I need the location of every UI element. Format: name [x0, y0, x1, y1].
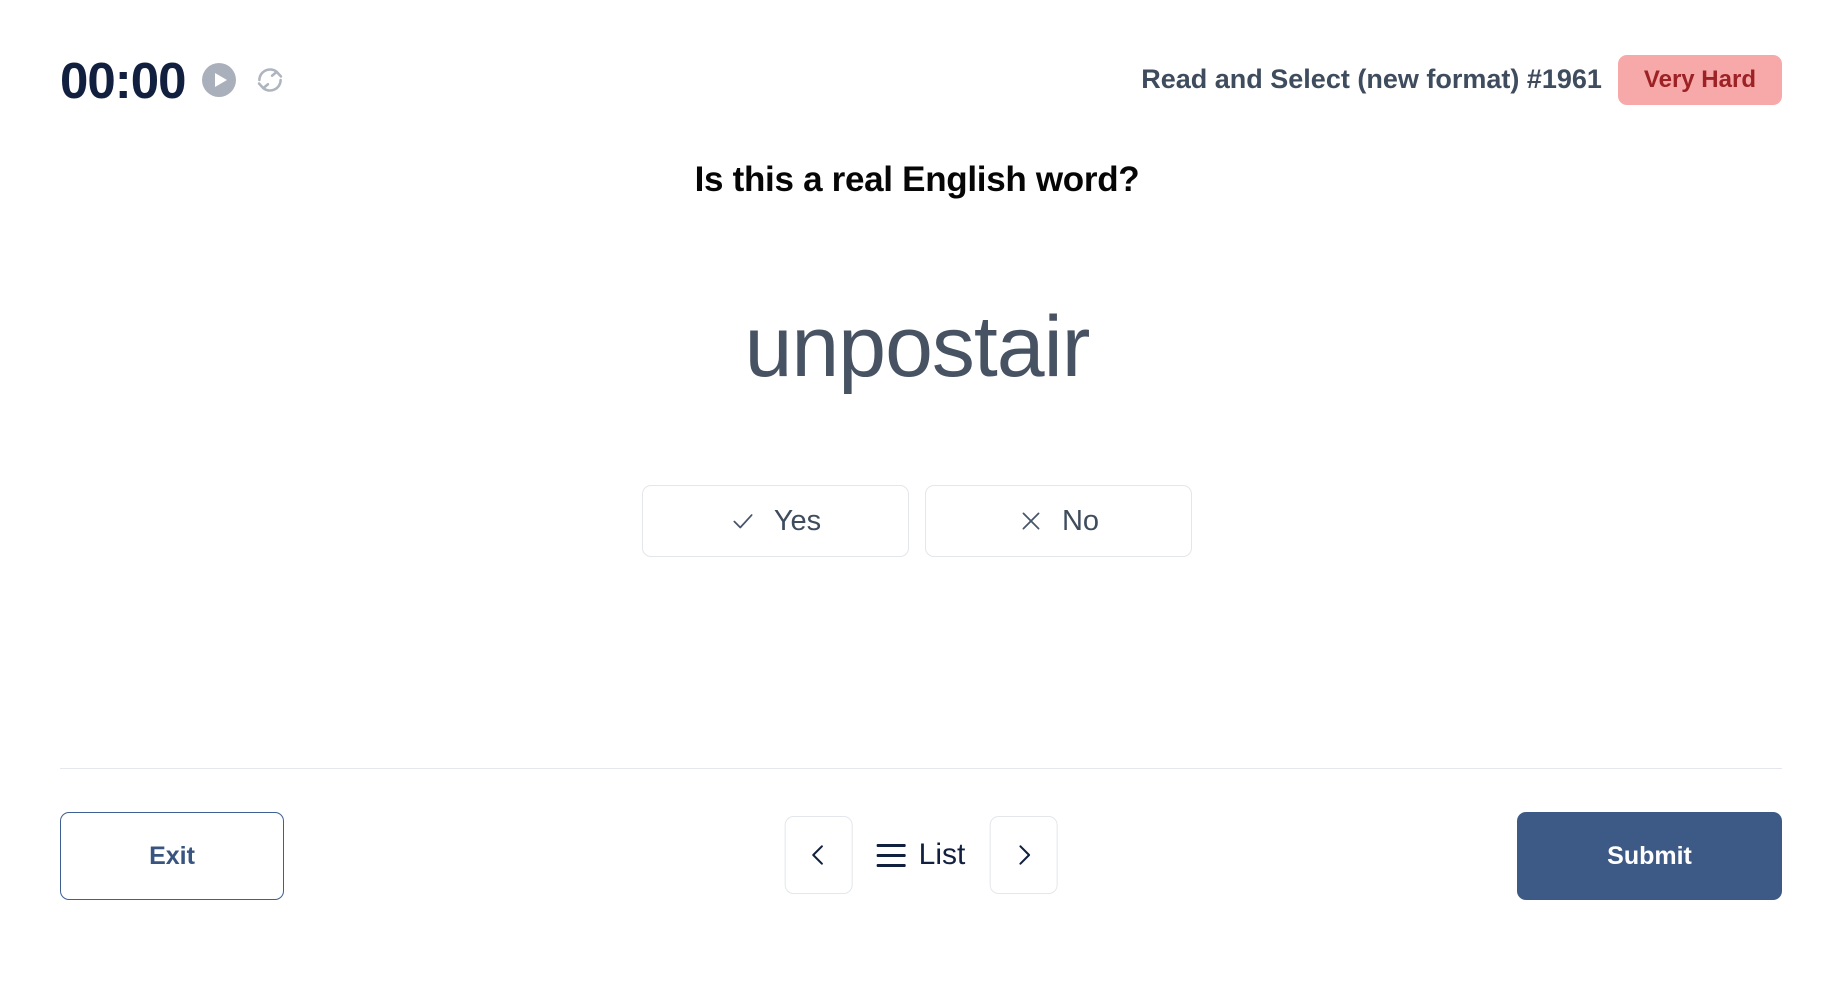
choice-row: Yes No — [0, 485, 1834, 557]
exercise-page: 00:00 Read and Select (new format) #1961… — [0, 0, 1834, 998]
play-circle-icon[interactable] — [202, 63, 237, 97]
timer-display: 00:00 — [60, 51, 186, 109]
answer-no-label: No — [1061, 504, 1100, 537]
list-button[interactable]: List — [873, 840, 970, 870]
question-heading: Is this a real English word? — [694, 160, 1140, 199]
submit-button[interactable]: Submit — [1517, 812, 1782, 900]
next-question-button[interactable] — [989, 816, 1058, 894]
refresh-icon[interactable] — [253, 63, 287, 97]
difficulty-badge: Very Hard — [1617, 54, 1782, 106]
footer-divider — [60, 768, 1782, 769]
check-icon — [730, 508, 756, 534]
previous-question-button[interactable] — [784, 816, 853, 894]
navigation-group: List — [784, 816, 1058, 894]
exercise-title: Read and Select (new format) #1961 — [1141, 64, 1602, 95]
header-right: Read and Select (new format) #1961 Very … — [1141, 54, 1782, 106]
answer-no-button[interactable]: No — [925, 485, 1192, 557]
answer-yes-label: Yes — [773, 504, 822, 537]
word-display: unpostair — [744, 299, 1091, 395]
timer-group: 00:00 — [60, 55, 287, 106]
footer: Exit List Submit — [60, 812, 1782, 910]
hamburger-icon — [876, 843, 906, 867]
list-label: List — [918, 838, 966, 871]
close-icon — [1018, 508, 1044, 534]
exit-button[interactable]: Exit — [60, 812, 284, 900]
answer-yes-button[interactable]: Yes — [642, 485, 909, 557]
header: 00:00 Read and Select (new format) #1961… — [60, 40, 1782, 120]
